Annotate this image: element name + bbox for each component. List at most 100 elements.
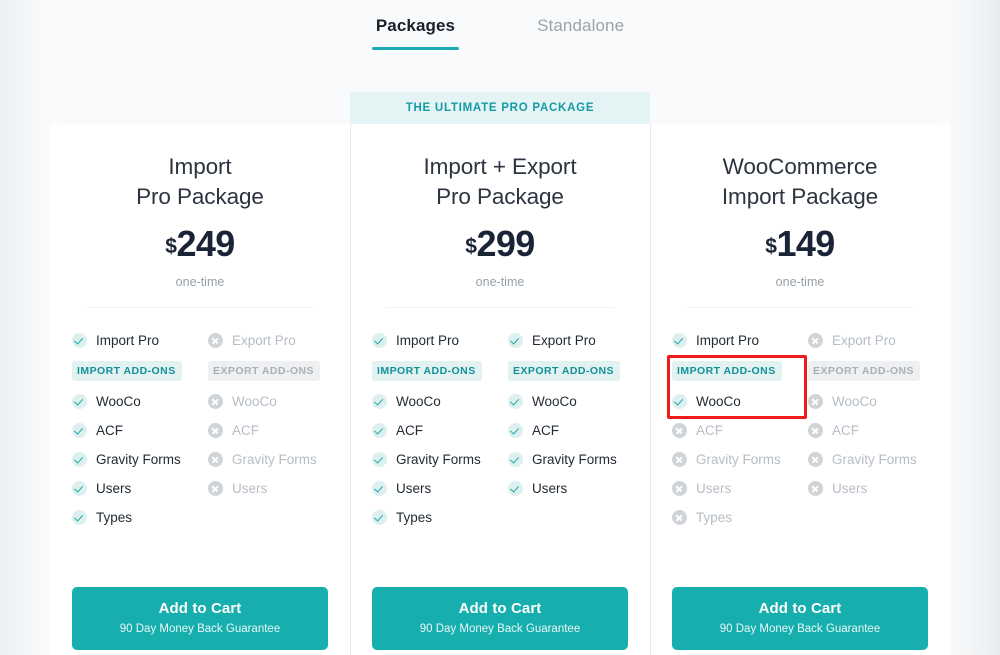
card-title-line2: Import Package: [721, 184, 879, 209]
cross-icon: [208, 333, 223, 348]
cross-icon: [808, 423, 823, 438]
feature-row: WooCo: [508, 387, 628, 416]
check-icon: [508, 452, 523, 467]
check-icon: [372, 423, 387, 438]
pricing-card: Import Pro Package $249 one-time Import Pro I…: [50, 124, 350, 655]
check-icon: [372, 510, 387, 525]
tab-standalone[interactable]: Standalone: [533, 0, 628, 50]
add-to-cart-label: Add to Cart: [158, 600, 242, 617]
feature-row: WooCo: [672, 387, 800, 416]
feature-row: WooCo: [808, 387, 928, 416]
export-feature-column: Export Pro EXPORT ADD-ONS WooCo ACF Gravity …: [800, 326, 928, 532]
feature-label: Import Pro: [396, 332, 460, 348]
import-feature-column: Import Pro IMPORT ADD-ONS WooCo ACF Gravity …: [372, 326, 500, 532]
cta-container: Add to Cart 90 Day Money Back Guarantee: [672, 587, 928, 650]
cross-icon: [672, 452, 687, 467]
card-title-line1: Import: [168, 154, 232, 179]
feature-row: Users: [72, 474, 200, 503]
feature-label: Users: [532, 480, 568, 496]
check-icon: [508, 394, 523, 409]
feature-label: Users: [96, 480, 132, 496]
card-title-line2: Pro Package: [436, 184, 564, 209]
add-to-cart-button[interactable]: Add to Cart 90 Day Money Back Guarantee: [72, 587, 328, 650]
feature-row: Gravity Forms: [508, 445, 628, 474]
addons-badge: IMPORT ADD-ONS: [672, 361, 782, 381]
feature-label: ACF: [696, 422, 723, 438]
tab-packages[interactable]: Packages: [371, 0, 460, 50]
feature-row: ACF: [208, 416, 328, 445]
card-divider: [686, 307, 914, 308]
cross-icon: [672, 510, 687, 525]
feature-columns: Import Pro IMPORT ADD-ONS WooCo ACF Gravity …: [72, 326, 328, 532]
cta-container: Add to Cart 90 Day Money Back Guarantee: [372, 587, 628, 650]
feature-row: Users: [508, 474, 628, 503]
card-title: Import + Export Pro Package: [372, 124, 628, 212]
export-feature-column: Export Pro EXPORT ADD-ONS WooCo ACF Gravity …: [500, 326, 628, 532]
cross-icon: [808, 394, 823, 409]
cross-icon: [208, 481, 223, 496]
feature-row: WooCo: [208, 387, 328, 416]
feature-label: ACF: [396, 422, 423, 438]
feature-row: WooCo: [72, 387, 200, 416]
addons-badge: EXPORT ADD-ONS: [208, 361, 320, 381]
money-back-guarantee-label: 90 Day Money Back Guarantee: [419, 623, 581, 635]
featured-ribbon-label: THE ULTIMATE PRO PACKAGE: [405, 102, 595, 114]
addons-badge: EXPORT ADD-ONS: [508, 361, 620, 381]
feature-row: Import Pro: [672, 326, 800, 355]
pricing-card: Import + Export Pro Package $299 one-time Im…: [350, 124, 650, 655]
feature-row: ACF: [72, 416, 200, 445]
feature-row: Gravity Forms: [72, 445, 200, 474]
feature-row: Users: [808, 474, 928, 503]
tab-active-underline: [371, 47, 460, 50]
tab-label: Packages: [375, 16, 456, 35]
feature-label: ACF: [96, 422, 123, 438]
check-icon: [672, 333, 687, 348]
feature-row: Export Pro: [808, 326, 928, 355]
feature-label: WooCo: [232, 393, 277, 409]
feature-row: Gravity Forms: [808, 445, 928, 474]
feature-label: Users: [696, 480, 732, 496]
check-icon: [508, 423, 523, 438]
check-icon: [372, 481, 387, 496]
cross-icon: [808, 452, 823, 467]
cross-icon: [808, 481, 823, 496]
feature-label: Gravity Forms: [532, 451, 617, 467]
add-to-cart-button[interactable]: Add to Cart 90 Day Money Back Guarantee: [672, 587, 928, 650]
price: $299: [372, 226, 628, 262]
addons-badge-row: IMPORT ADD-ONS: [672, 355, 800, 387]
feature-row: Types: [672, 503, 800, 532]
feature-label: Gravity Forms: [832, 451, 917, 467]
check-icon: [72, 452, 87, 467]
price-amount: 299: [476, 223, 535, 264]
feature-row: Export Pro: [208, 326, 328, 355]
feature-label: Gravity Forms: [696, 451, 781, 467]
feature-label: Types: [396, 509, 433, 525]
feature-label: WooCo: [832, 393, 877, 409]
page-gutter-right: [942, 0, 1000, 655]
feature-columns: Import Pro IMPORT ADD-ONS WooCo ACF Gravity …: [672, 326, 928, 532]
check-icon: [672, 394, 687, 409]
check-icon: [372, 394, 387, 409]
addons-badge: IMPORT ADD-ONS: [72, 361, 182, 381]
feature-row: Export Pro: [508, 326, 628, 355]
check-icon: [72, 333, 87, 348]
feature-row: ACF: [808, 416, 928, 445]
add-to-cart-label: Add to Cart: [458, 600, 542, 617]
feature-row: Gravity Forms: [372, 445, 500, 474]
pricing-cards: Import Pro Package $249 one-time Import Pro I…: [50, 124, 950, 655]
check-icon: [508, 481, 523, 496]
addons-badge: IMPORT ADD-ONS: [372, 361, 482, 381]
cross-icon: [672, 423, 687, 438]
export-feature-column: Export Pro EXPORT ADD-ONS WooCo ACF Gravity …: [200, 326, 328, 532]
add-to-cart-button[interactable]: Add to Cart 90 Day Money Back Guarantee: [372, 587, 628, 650]
import-feature-column: Import Pro IMPORT ADD-ONS WooCo ACF Gravity …: [72, 326, 200, 532]
card-title: WooCommerce Import Package: [672, 124, 928, 212]
card-title-line1: Import + Export: [423, 154, 577, 179]
feature-label: WooCo: [532, 393, 577, 409]
cross-icon: [808, 333, 823, 348]
check-icon: [72, 510, 87, 525]
price-currency: $: [765, 235, 777, 258]
addons-badge: EXPORT ADD-ONS: [808, 361, 920, 381]
money-back-guarantee-label: 90 Day Money Back Guarantee: [719, 623, 881, 635]
tab-label: Standalone: [537, 16, 625, 35]
